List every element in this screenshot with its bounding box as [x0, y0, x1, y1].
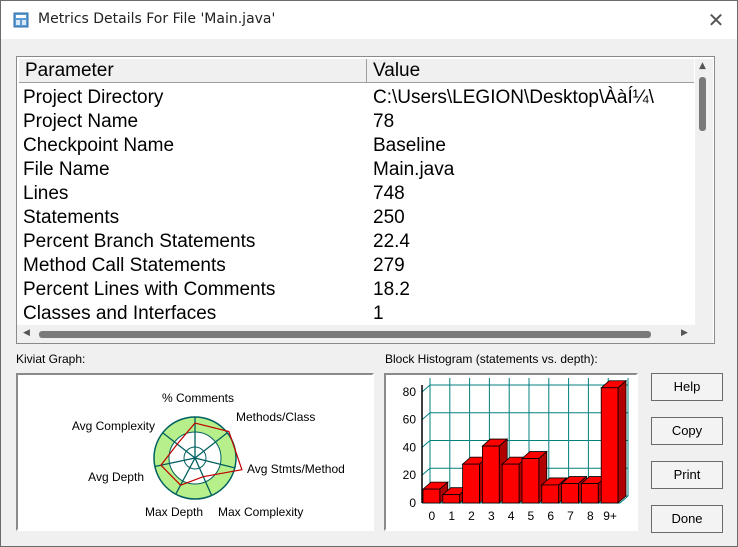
histogram-x-tick-label: 1: [448, 509, 455, 523]
histogram-label: Block Histogram (statements vs. depth):: [385, 352, 598, 366]
kiviat-axis-label: % Comments: [162, 391, 234, 405]
histogram-grid-line: [421, 440, 431, 448]
histogram-x-tick-label: 8: [587, 509, 594, 523]
value-cell: 279: [373, 255, 405, 276]
value-cell: C:\Users\LEGION\Desktop\ÀàÍ¼\: [373, 87, 654, 108]
column-header-value[interactable]: Value: [367, 59, 694, 83]
scroll-up-icon[interactable]: ▲: [699, 61, 706, 71]
parameter-cell: Lines: [23, 183, 69, 204]
kiviat-graph-label: Kiviat Graph:: [16, 352, 86, 366]
histogram-bar: [521, 458, 540, 504]
table-row[interactable]: Project Name 78: [17, 110, 695, 134]
histogram-bar: [501, 463, 520, 504]
parameter-cell: Checkpoint Name: [23, 135, 175, 156]
histogram-bar: [600, 387, 619, 504]
histogram-bar: [442, 494, 460, 504]
histogram-grid-line: [421, 412, 431, 421]
parameter-cell: Method Call Statements: [23, 255, 226, 276]
value-cell: Main.java: [373, 159, 455, 180]
kiviat-axis-label: Avg Stmts/Method: [247, 462, 345, 476]
parameter-cell: Project Name: [23, 111, 139, 132]
parameter-cell: Statements: [23, 207, 120, 228]
histogram-y-tick-label: 20: [403, 468, 417, 482]
parameter-cell: File Name: [23, 159, 110, 180]
kiviat-axis-label: Max Depth: [145, 505, 203, 519]
histogram-x-tick-label: 0: [429, 509, 436, 523]
app-icon: [13, 12, 29, 28]
window-title: Metrics Details For File 'Main.java': [38, 11, 276, 27]
histogram-y-tick-label: 80: [403, 385, 417, 399]
metrics-list[interactable]: Parameter Value Project Directory C:\User…: [16, 56, 715, 344]
table-row[interactable]: Classes and Interfaces 1: [17, 302, 695, 326]
histogram-bar: [422, 488, 441, 504]
table-row[interactable]: Method Call Statements 279: [17, 254, 695, 278]
value-cell: 1: [373, 303, 384, 324]
value-cell: 250: [373, 207, 405, 228]
parameter-cell: Percent Lines with Comments: [23, 279, 276, 300]
parameter-cell: Percent Branch Statements: [23, 231, 256, 252]
kiviat-axis-label: Avg Complexity: [72, 419, 155, 433]
kiviat-axis-label: Methods/Class: [236, 410, 315, 424]
horizontal-scroll-thumb[interactable]: [39, 331, 651, 338]
print-button[interactable]: Print: [651, 461, 723, 489]
value-cell: Baseline: [373, 135, 446, 156]
scrollbar-corner: [695, 325, 713, 343]
histogram-bar: [482, 445, 500, 504]
histogram-bar: [561, 483, 579, 504]
table-row[interactable]: Percent Lines with Comments 18.2: [17, 278, 695, 302]
vertical-scroll-thumb[interactable]: [699, 77, 706, 131]
histogram-x-tick-label: 6: [547, 509, 554, 523]
vertical-scrollbar[interactable]: ▲: [695, 59, 713, 325]
horizontal-scrollbar[interactable]: ◀ ▶: [17, 325, 695, 343]
column-header-parameter[interactable]: Parameter: [19, 59, 367, 83]
histogram-x-tick-label: 4: [508, 509, 515, 523]
histogram-x-tick-label: 7: [567, 509, 574, 523]
block-histogram-panel: 0 20 40 60 80 0 1 2 3 4 5 6 7 8 9+: [384, 373, 638, 531]
scroll-left-icon[interactable]: ◀: [23, 328, 30, 338]
value-cell: 78: [373, 111, 395, 132]
table-row[interactable]: File Name Main.java: [17, 158, 695, 182]
table-row[interactable]: Checkpoint Name Baseline: [17, 134, 695, 158]
histogram-bar: [541, 484, 560, 504]
scroll-right-icon[interactable]: ▶: [681, 328, 688, 338]
histogram-grid-line: [421, 384, 431, 393]
table-row[interactable]: Percent Branch Statements 22.4: [17, 230, 695, 254]
kiviat-graph: % CommentsMethods/Class Avg Stmts/Method M…: [72, 391, 345, 519]
histogram-x-tick-label: 9+: [603, 509, 617, 523]
done-button[interactable]: Done: [651, 505, 723, 533]
copy-button[interactable]: Copy: [651, 417, 723, 445]
help-button[interactable]: Help: [651, 373, 723, 401]
kiviat-axis-label: Max Complexity: [218, 505, 303, 519]
table-row[interactable]: Project Directory C:\Users\LEGION\Desktop…: [17, 86, 695, 110]
parameter-cell: Classes and Interfaces: [23, 303, 217, 324]
histogram-grid-line: [421, 467, 431, 476]
histogram-bar-side: [617, 379, 627, 504]
kiviat-axis-label: Avg Depth: [88, 470, 144, 484]
histogram-y-tick-label: 0: [409, 496, 416, 510]
block-histogram-chart: 0204060800 1 2 3 4 5 6 7 8 9+: [403, 378, 629, 523]
table-row[interactable]: Statements 250: [17, 206, 695, 230]
histogram-bar: [580, 483, 599, 504]
value-cell: 18.2: [373, 279, 410, 300]
histogram-y-tick-label: 60: [403, 413, 417, 427]
value-cell: 748: [373, 183, 405, 204]
kiviat-graph-panel: % Comments Methods/Class Avg Stmts/Method M…: [16, 373, 374, 531]
histogram-bar: [462, 463, 480, 504]
parameter-cell: Project Directory: [23, 87, 164, 108]
value-cell: 22.4: [373, 231, 410, 252]
table-row[interactable]: Lines 748: [17, 182, 695, 206]
histogram-x-tick-label: 5: [528, 509, 535, 523]
close-icon[interactable]: ✕: [703, 7, 729, 33]
histogram-y-tick-label: 40: [403, 440, 417, 454]
histogram-x-tick-label: 2: [468, 509, 475, 523]
metrics-details-window: Metrics Details For File 'Main.java' ✕ P…: [0, 0, 738, 547]
title-bar: Metrics Details For File 'Main.java' ✕: [1, 1, 737, 39]
histogram-x-tick-label: 3: [488, 509, 495, 523]
